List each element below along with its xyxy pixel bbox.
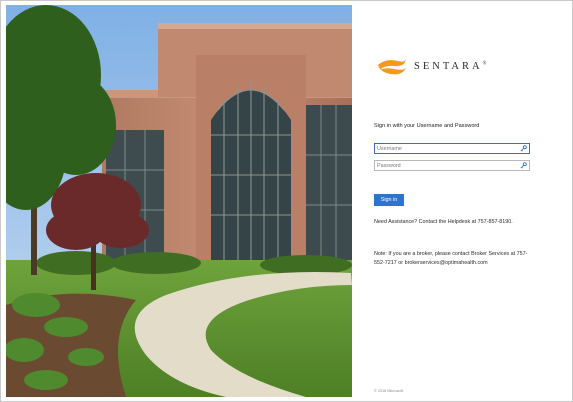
hero-image	[6, 5, 352, 397]
key-icon	[519, 161, 528, 170]
key-icon	[519, 144, 528, 153]
password-input[interactable]	[375, 161, 519, 170]
helpdesk-text: Need Assistance? Contact the Helpdesk at…	[374, 219, 513, 225]
signin-button[interactable]: Sign in	[374, 194, 404, 206]
sentara-logo: SENTARA®	[376, 54, 496, 78]
username-input[interactable]	[375, 144, 519, 153]
signin-instruction: Sign in with your Username and Password	[374, 123, 480, 129]
brand-name: SENTARA®	[414, 60, 487, 72]
copyright: © 2016 Microsoft	[374, 389, 403, 393]
password-field[interactable]	[374, 160, 530, 171]
username-field[interactable]	[374, 143, 530, 154]
broker-note-text: Note: If you are a broker, please contac…	[374, 251, 528, 266]
sentara-swoosh-icon	[378, 59, 406, 75]
signin-panel: SENTARA® Sign in with your Username and …	[352, 5, 567, 397]
